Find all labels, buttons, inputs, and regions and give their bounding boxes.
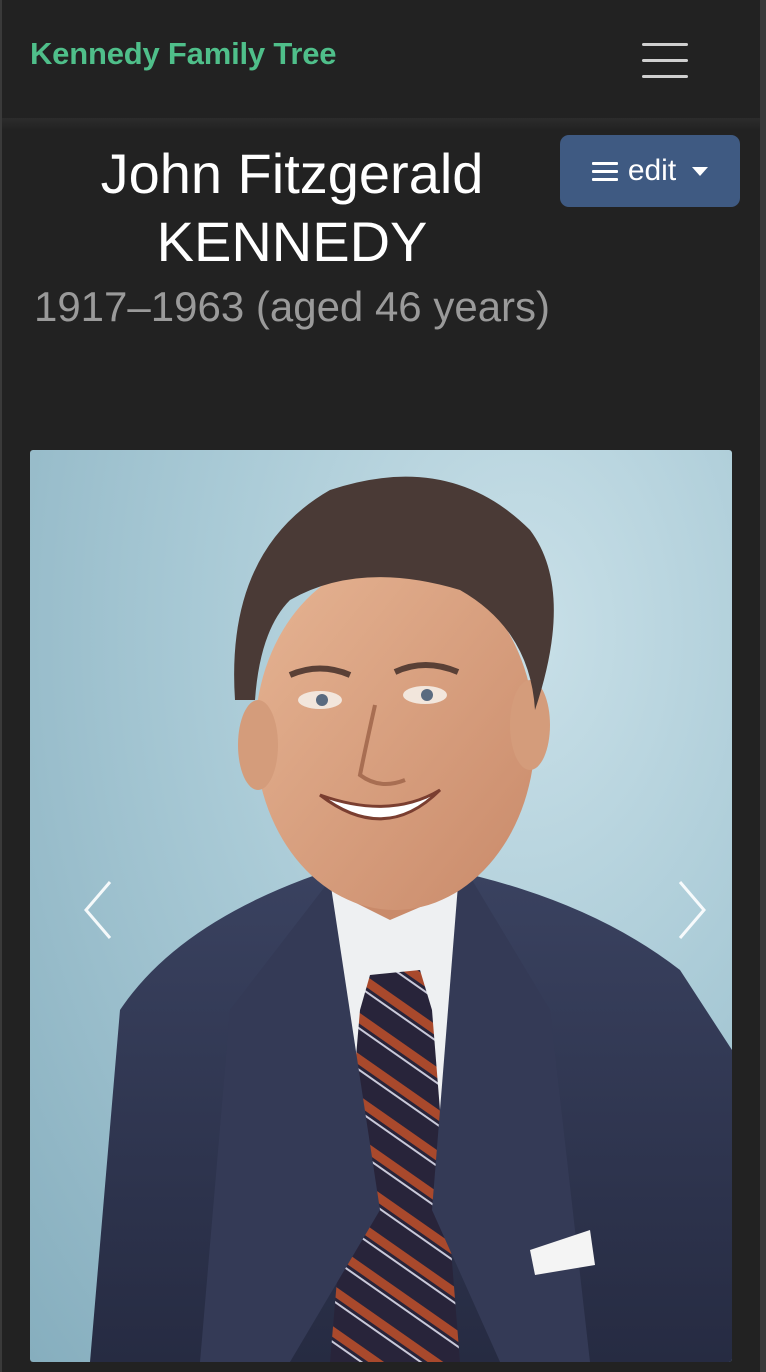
given-names: John Fitzgerald	[100, 142, 484, 205]
navbar: Kennedy Family Tree	[2, 0, 760, 118]
chevron-left-icon[interactable]	[70, 870, 130, 950]
edit-dropdown-button[interactable]: edit	[560, 135, 740, 207]
edit-button-label: edit	[627, 154, 677, 187]
page-frame: Kennedy Family Tree John Fitzgerald KENN…	[0, 0, 766, 1372]
list-icon	[591, 160, 618, 182]
brand-link[interactable]: Kennedy Family Tree	[30, 36, 337, 72]
surname: KENNEDY	[156, 210, 428, 273]
chevron-right-icon[interactable]	[660, 870, 720, 950]
life-dates: 1917–1963 (aged 46 years)	[33, 283, 551, 330]
hamburger-menu-icon[interactable]	[642, 43, 688, 79]
navbar-shadow	[2, 118, 760, 130]
portrait-image	[90, 476, 732, 1362]
person-name: John Fitzgerald KENNEDY	[32, 140, 552, 276]
photo-carousel	[30, 450, 732, 1362]
caret-down-icon	[692, 166, 709, 176]
